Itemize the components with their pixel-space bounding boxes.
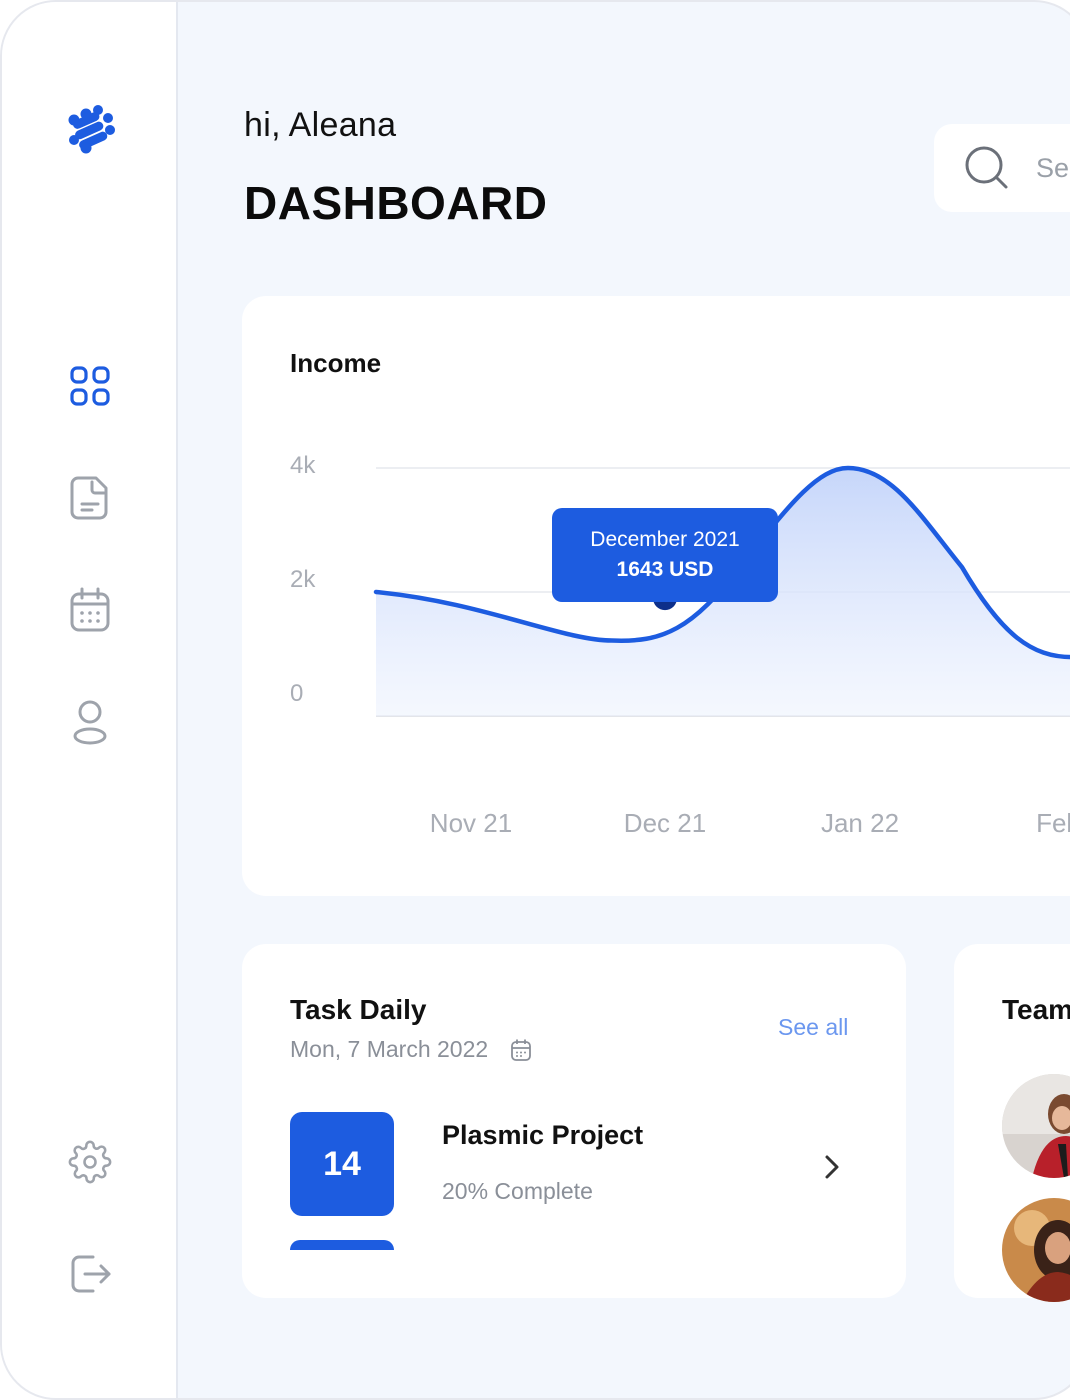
logout-icon: [71, 1255, 111, 1293]
task-date-text: Mon, 7 March 2022: [290, 1036, 489, 1062]
chevron-right-icon[interactable]: [822, 1150, 842, 1184]
team-card: Team: [954, 944, 1070, 1302]
tooltip-period: December 2021: [590, 528, 740, 551]
user-icon: [73, 700, 107, 745]
greeting: hi, Aleana: [244, 106, 397, 144]
task-progress: 20% Complete: [442, 1178, 593, 1204]
task-daily-title: Task Daily: [290, 994, 427, 1025]
x-tick-label: Feb: [1036, 808, 1070, 838]
search-input[interactable]: Sea: [1036, 153, 1070, 184]
income-card: Income 4k 2k 0 December 2021 1643 USD No…: [242, 296, 1070, 896]
brand-logo[interactable]: [64, 104, 116, 156]
main-content: hi, Aleana DASHBOARD Sea Income 4k 2k 0: [178, 2, 1070, 1398]
sidebar-item-dashboard[interactable]: [64, 360, 116, 412]
task-day-badge: 14: [290, 1112, 394, 1216]
task-name: Plasmic Project: [442, 1120, 644, 1150]
x-tick-label: Nov 21: [429, 808, 513, 838]
search-icon: [965, 146, 1008, 189]
task-day-badge-next: [290, 1240, 394, 1250]
page-title: DASHBOARD: [244, 177, 548, 229]
app-window: hi, Aleana DASHBOARD Sea Income 4k 2k 0: [0, 0, 1070, 1400]
x-tick-label: Jan 22: [820, 808, 900, 838]
see-all-link[interactable]: See all: [778, 1014, 848, 1041]
sidebar-item-documents[interactable]: [64, 472, 116, 524]
chart-tooltip: December 2021 1643 USD: [552, 508, 778, 602]
sidebar-item-calendar[interactable]: [64, 584, 116, 636]
sidebar-item-logout[interactable]: [64, 1248, 116, 1300]
sidebar: [2, 2, 178, 1398]
income-title: Income: [290, 348, 382, 378]
x-tick-label: Dec 21: [623, 808, 707, 838]
calendar-icon: [70, 587, 110, 632]
task-date: Mon, 7 March 2022: [290, 1036, 532, 1063]
y-tick-label: 4k: [290, 452, 316, 479]
sidebar-item-profile[interactable]: [64, 696, 116, 748]
sidebar-item-settings[interactable]: [64, 1136, 116, 1188]
document-icon: [70, 476, 108, 520]
gear-icon: [68, 1140, 112, 1184]
y-tick-label: 0: [290, 680, 304, 707]
y-tick-label: 2k: [290, 566, 316, 593]
tooltip-value: 1643 USD: [616, 558, 714, 581]
team-title: Team: [1002, 994, 1070, 1025]
avatar[interactable]: [1002, 1074, 1070, 1178]
calendar-small-icon[interactable]: [510, 1038, 532, 1062]
search-box[interactable]: Sea: [934, 124, 1070, 212]
grid-icon: [70, 366, 110, 406]
avatar[interactable]: [1002, 1198, 1070, 1302]
task-daily-card: Task Daily Mon, 7 March 2022 See all 14 …: [242, 944, 906, 1298]
